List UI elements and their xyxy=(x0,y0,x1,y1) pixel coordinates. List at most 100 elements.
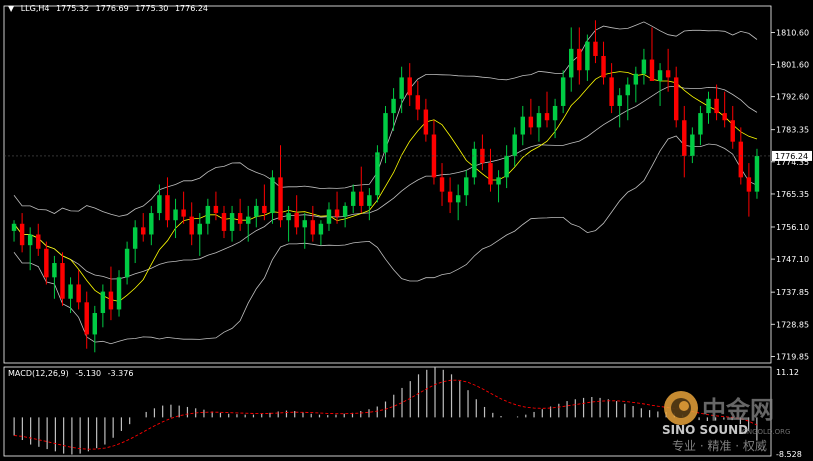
price-tick-label: 1747.10 xyxy=(776,255,809,264)
candle-body xyxy=(205,205,211,224)
logo-motto: 专业 · 精准 · 权威 xyxy=(672,438,767,453)
candle-body xyxy=(68,284,73,299)
candle-body xyxy=(682,120,687,156)
candle-body xyxy=(350,191,356,206)
candle-body xyxy=(165,195,170,221)
price-tick-label: 1765.35 xyxy=(776,190,809,199)
candle-body xyxy=(100,291,106,314)
candle-body xyxy=(447,191,453,203)
candle-body xyxy=(326,209,332,224)
candle-body xyxy=(601,55,606,78)
candle-body xyxy=(738,141,744,178)
candle-body xyxy=(173,209,178,221)
candle-body xyxy=(391,98,396,114)
candle-body xyxy=(520,116,526,135)
candle-body xyxy=(44,248,49,278)
close-value: 1776.24 xyxy=(174,4,209,13)
candle-body xyxy=(552,105,558,121)
candle-body xyxy=(221,213,227,231)
candle-body xyxy=(149,213,154,235)
candle-body xyxy=(116,277,122,310)
open-value: 1775.32 xyxy=(56,4,90,13)
candle-body xyxy=(302,220,307,228)
candle-body xyxy=(544,113,550,121)
candle-body xyxy=(649,59,655,81)
logo-en-name: SINO SOUND xyxy=(662,423,748,437)
candle-body xyxy=(27,234,33,246)
candle-body xyxy=(254,205,259,217)
candle-body xyxy=(633,73,639,85)
candle-body xyxy=(423,109,429,135)
macd-header: MACD(12,26,9) -5.130 -3.376 xyxy=(8,369,137,378)
candle-body xyxy=(36,234,41,249)
candle-body xyxy=(455,195,461,203)
bollinger-lower-line xyxy=(13,135,758,345)
price-tick-label: 1810.60 xyxy=(776,28,809,37)
candle-body xyxy=(714,98,719,114)
candle-body xyxy=(294,213,299,228)
candle-body xyxy=(60,263,65,299)
candle-body xyxy=(367,195,372,206)
macd-name: MACD(12,26,9) xyxy=(8,369,69,378)
candle-body xyxy=(496,177,501,185)
candle-body xyxy=(722,113,727,121)
logo-url: CNGOLD.ORG xyxy=(742,428,790,436)
candle-body xyxy=(577,48,582,71)
candle-body xyxy=(569,48,574,78)
candle-body xyxy=(286,213,291,221)
candle-body xyxy=(472,148,477,178)
candle-body xyxy=(141,227,146,235)
macd-signal-value: -3.376 xyxy=(107,369,134,378)
macd-tick-label: 11.12 xyxy=(776,368,799,377)
candle-body xyxy=(334,209,340,217)
candle-body xyxy=(528,116,534,128)
cngold-watermark: 中金网 SINO SOUND CNGOLD.ORG 专业 · 精准 · 权威 xyxy=(662,391,790,453)
candle-body xyxy=(237,213,243,224)
candle-body xyxy=(383,113,388,153)
candle-body xyxy=(229,213,235,231)
candle-body xyxy=(245,216,251,224)
candle-body xyxy=(706,98,711,114)
candle-body xyxy=(359,191,364,206)
candle-body xyxy=(92,313,98,335)
candle-body xyxy=(278,177,283,221)
macd-value: -5.130 xyxy=(75,369,102,378)
candle-body xyxy=(617,95,622,106)
candle-body xyxy=(310,220,316,235)
price-tick-label: 1792.60 xyxy=(776,93,809,102)
candle-body xyxy=(504,155,509,178)
candle-body xyxy=(157,195,162,214)
candle-body xyxy=(641,59,647,74)
candle-body xyxy=(585,41,590,71)
candle-body xyxy=(665,70,671,78)
price-tick-label: 1756.10 xyxy=(776,223,809,232)
price-tick-label: 1737.85 xyxy=(776,288,809,297)
candle-body xyxy=(625,84,630,96)
logo-cn-name: 中金网 xyxy=(702,396,774,424)
candle-body xyxy=(262,205,267,214)
candle-body xyxy=(593,41,598,56)
candle-body xyxy=(52,263,57,278)
candle-body xyxy=(19,223,25,246)
candle-body xyxy=(609,77,614,106)
candle-body xyxy=(76,284,81,303)
candle-body xyxy=(399,77,404,99)
candle-body xyxy=(415,95,421,110)
candle-body xyxy=(11,223,17,231)
symbol-header: ▼ LLG,H4 1775.32 1776.69 1775.30 1776.24 xyxy=(8,4,212,13)
price-tick-label: 1719.85 xyxy=(776,352,809,361)
high-value: 1776.69 xyxy=(95,4,129,13)
low-value: 1775.30 xyxy=(135,4,169,13)
candle-body xyxy=(536,113,542,128)
candle-body xyxy=(318,223,324,235)
candle-body xyxy=(560,77,566,106)
candle-body xyxy=(512,134,517,156)
candle-body xyxy=(197,223,202,235)
symbol-label: LLG,H4 xyxy=(20,4,50,13)
candle-body xyxy=(375,152,380,196)
candle-body xyxy=(342,205,348,217)
candle-body xyxy=(124,248,130,278)
header-arrow-icon: ▼ xyxy=(8,4,15,13)
candle-body xyxy=(657,70,663,81)
candle-body xyxy=(189,216,194,235)
